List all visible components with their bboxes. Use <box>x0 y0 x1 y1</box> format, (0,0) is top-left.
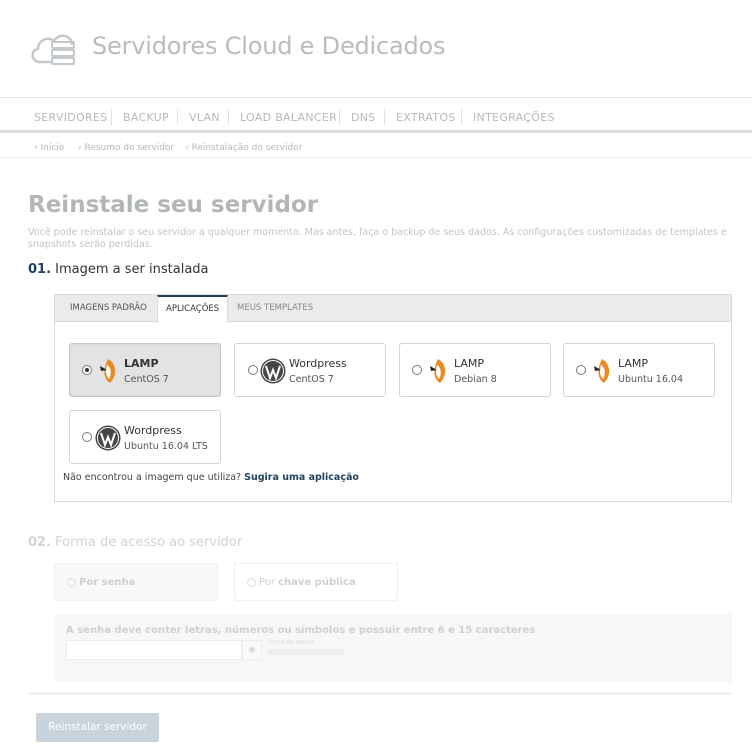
cloud-server-icon <box>31 34 75 65</box>
nav-item-extratos[interactable]: EXTRATOS <box>396 111 456 124</box>
image-tabs: IMAGENS PADRÃO APLICAÇÕES MEUS TEMPLATES <box>55 295 731 323</box>
breadcrumb-item-inicio[interactable]: › Início <box>34 143 64 153</box>
nav-separator <box>111 109 112 125</box>
image-card-wordpress-centos[interactable]: Wordpress CentOS 7 <box>234 343 386 397</box>
nav-separator <box>177 109 178 125</box>
image-selection-panel: IMAGENS PADRÃO APLICAÇÕES MEUS TEMPLATES… <box>54 294 732 502</box>
nav-item-backup[interactable]: BACKUP <box>123 111 169 124</box>
section-divider <box>28 692 732 695</box>
breadcrumb: › Início › Resumo do servidor › Reinstal… <box>0 136 752 158</box>
radio-button[interactable] <box>576 365 586 375</box>
image-card-wordpress-ubuntu[interactable]: Wordpress Ubuntu 16.04 LTS <box>69 410 221 464</box>
step-2-title: 02. Forma de acesso ao servidor <box>28 535 243 550</box>
access-option-public-key[interactable]: Por chave pública <box>234 563 398 601</box>
card-name: Wordpress <box>124 424 182 437</box>
nav-item-dns[interactable]: DNS <box>351 111 376 124</box>
password-requirements: A senha deve conter letras, números ou s… <box>66 625 536 636</box>
step-1-title: 01. Imagem a ser instalada <box>28 262 209 277</box>
nav-separator <box>228 109 229 125</box>
radio-button[interactable] <box>67 578 76 587</box>
nav-item-vlan[interactable]: VLAN <box>189 111 220 124</box>
nav-item-servidores[interactable]: SERVIDORES <box>34 111 107 124</box>
card-os: Ubuntu 16.04 <box>618 374 683 385</box>
radio-button[interactable] <box>412 365 422 375</box>
tab-meus-templates[interactable]: MEUS TEMPLATES <box>237 295 313 322</box>
nav-item-integracoes[interactable]: INTEGRAÇÕES <box>473 111 555 124</box>
image-card-lamp-centos[interactable]: LAMP CentOS 7 <box>69 343 221 397</box>
breadcrumb-item-resumo[interactable]: › Resumo do servidor <box>78 143 174 153</box>
radio-button[interactable] <box>82 365 92 375</box>
password-strength-label: Força da senha <box>268 639 314 646</box>
radio-button[interactable] <box>82 432 92 442</box>
radio-button[interactable] <box>247 578 256 587</box>
main-nav: SERVIDORES BACKUP VLAN LOAD BALANCER DNS… <box>0 99 752 133</box>
image-card-lamp-ubuntu[interactable]: LAMP Ubuntu 16.04 <box>563 343 715 397</box>
reinstall-server-button[interactable]: Reinstalar servidor <box>36 713 159 742</box>
card-os: Debian 8 <box>454 374 497 385</box>
show-password-icon[interactable]: ◉ <box>242 640 262 660</box>
card-name: LAMP <box>618 357 649 370</box>
password-section: A senha deve conter letras, números ou s… <box>54 614 732 682</box>
app-title: Servidores Cloud e Dedicados <box>92 32 446 60</box>
radio-button[interactable] <box>248 365 258 375</box>
card-name: LAMP <box>124 357 159 370</box>
tab-imagens-padrao[interactable]: IMAGENS PADRÃO <box>70 295 147 322</box>
image-card-lamp-debian[interactable]: LAMP Debian 8 <box>399 343 551 397</box>
app-header: Servidores Cloud e Dedicados <box>0 0 752 98</box>
access-option-password[interactable]: Por senha <box>54 563 218 601</box>
page-description: Você pode reinstalar o seu servidor a qu… <box>28 227 727 250</box>
wordpress-icon <box>95 425 121 451</box>
card-os: CentOS 7 <box>124 374 169 385</box>
suggest-app-text: Não encontrou a imagem que utiliza? Sugi… <box>63 472 359 483</box>
nav-separator <box>339 109 340 125</box>
card-name: Wordpress <box>289 357 347 370</box>
page-title: Reinstale seu servidor <box>28 192 319 218</box>
card-os: CentOS 7 <box>289 374 334 385</box>
card-name: LAMP <box>454 357 485 370</box>
nav-separator <box>461 109 462 125</box>
lamp-icon <box>430 359 446 383</box>
password-strength-bar <box>268 649 344 655</box>
wordpress-icon <box>260 358 286 384</box>
tab-aplicacoes[interactable]: APLICAÇÕES <box>157 295 229 323</box>
lamp-icon <box>594 359 610 383</box>
nav-item-load-balancer[interactable]: LOAD BALANCER <box>240 111 337 124</box>
breadcrumb-item-current: › Reinstalação do servidor <box>185 143 303 153</box>
lamp-icon <box>100 359 116 383</box>
suggest-app-link[interactable]: Sugira uma aplicação <box>244 472 359 483</box>
nav-separator <box>384 109 385 125</box>
card-os: Ubuntu 16.04 LTS <box>124 441 208 452</box>
password-input[interactable] <box>66 640 242 660</box>
